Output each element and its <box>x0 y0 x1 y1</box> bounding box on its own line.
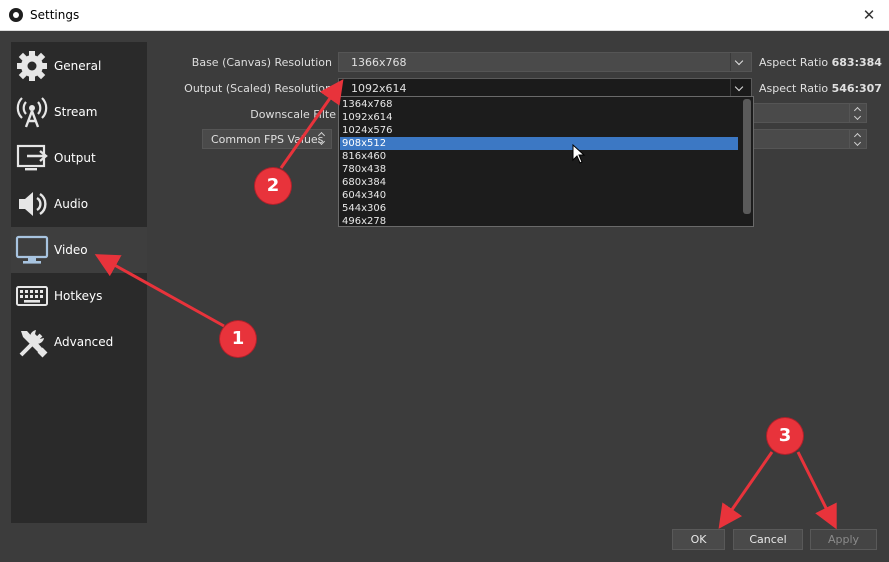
arrow-3b <box>796 451 837 530</box>
arrow-3a <box>718 451 774 529</box>
annotation-marker-3: 3 <box>767 418 803 454</box>
arrow-1 <box>94 254 225 328</box>
annotation-marker-2: 2 <box>255 168 291 204</box>
arrow-2 <box>279 79 344 169</box>
annotation-marker-1: 1 <box>220 321 256 357</box>
annotation-arrows <box>94 79 837 530</box>
